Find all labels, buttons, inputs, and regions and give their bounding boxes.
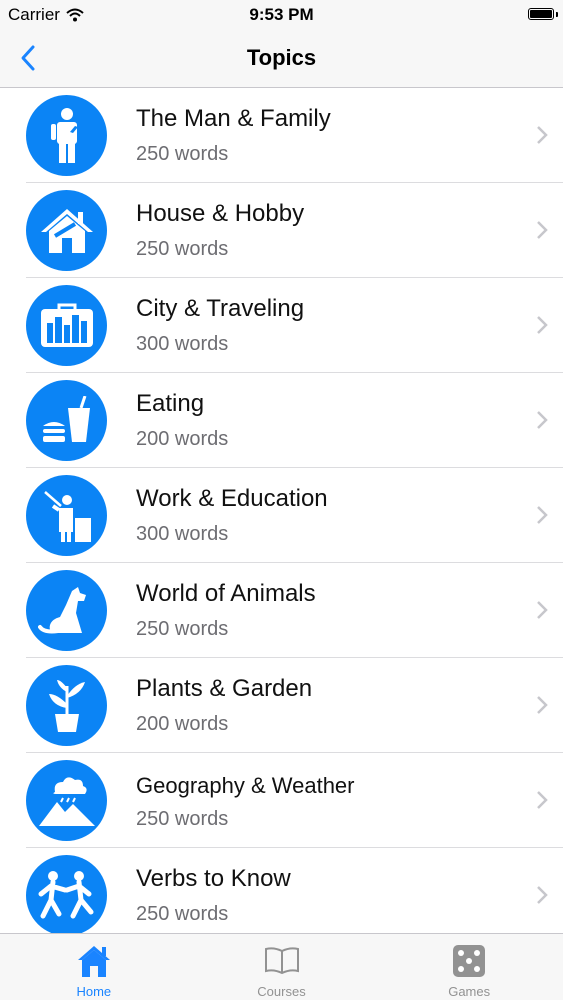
topic-row-work-education[interactable]: Work & Education 300 words: [0, 468, 563, 563]
chevron-right-icon: [537, 221, 548, 239]
chevron-right-icon: [537, 696, 548, 714]
tab-home[interactable]: Home: [0, 934, 188, 1000]
topic-title: Plants & Garden: [136, 675, 313, 702]
topic-title: World of Animals: [136, 580, 316, 607]
topic-row-geography-weather[interactable]: Geography & Weather 250 words: [0, 753, 563, 848]
navigation-bar: Topics: [0, 30, 563, 88]
topic-row-verbs-to-know[interactable]: Verbs to Know 250 words: [0, 848, 563, 933]
dog-icon: [26, 570, 107, 651]
topic-word-count: 200 words: [136, 713, 229, 735]
topic-title: City & Traveling: [136, 295, 305, 322]
status-bar: Carrier 9:53 PM: [0, 0, 563, 30]
topic-title: Eating: [136, 390, 205, 417]
topic-title: Work & Education: [136, 485, 328, 512]
topic-title: The Man & Family: [136, 105, 331, 132]
food-drink-icon: [26, 380, 107, 461]
topic-row-world-of-animals[interactable]: World of Animals 250 words: [0, 563, 563, 658]
suitcase-city-icon: [26, 285, 107, 366]
topic-word-count: 250 words: [136, 143, 229, 165]
topic-row-man-family[interactable]: The Man & Family 250 words: [0, 88, 563, 183]
topic-word-count: 300 words: [136, 333, 229, 355]
chevron-right-icon: [537, 316, 548, 334]
teacher-icon: [26, 475, 107, 556]
book-icon: [262, 942, 302, 980]
topic-title: Geography & Weather: [136, 773, 355, 798]
dice-icon: [449, 942, 489, 980]
chevron-right-icon: [537, 886, 548, 904]
topic-row-city-traveling[interactable]: City & Traveling 300 words: [0, 278, 563, 373]
chevron-right-icon: [537, 506, 548, 524]
topic-word-count: 250 words: [136, 618, 229, 640]
tab-bar: Home Courses Games: [0, 933, 563, 1000]
topic-word-count: 300 words: [136, 523, 229, 545]
topic-row-house-hobby[interactable]: House & Hobby 250 words: [0, 183, 563, 278]
tab-courses[interactable]: Courses: [188, 934, 376, 1000]
topic-row-eating[interactable]: Eating 200 words: [0, 373, 563, 468]
house-icon: [26, 190, 107, 271]
topic-title: Verbs to Know: [136, 865, 291, 892]
tab-label: Games: [448, 984, 491, 999]
tab-label: Courses: [257, 984, 306, 999]
mountain-cloud-icon: [26, 760, 107, 841]
battery-icon: [528, 8, 558, 20]
home-icon: [74, 942, 114, 980]
topics-list: The Man & Family 250 words House & Hobby…: [0, 88, 563, 933]
clock: 9:53 PM: [249, 5, 314, 24]
topic-title: House & Hobby: [136, 200, 305, 227]
tab-games[interactable]: Games: [375, 934, 563, 1000]
chevron-right-icon: [537, 411, 548, 429]
chevron-right-icon: [537, 601, 548, 619]
topic-row-plants-garden[interactable]: Plants & Garden 200 words: [0, 658, 563, 753]
topic-word-count: 200 words: [136, 428, 229, 450]
topic-word-count: 250 words: [136, 808, 229, 830]
topic-word-count: 250 words: [136, 238, 229, 260]
plant-pot-icon: [26, 665, 107, 746]
page-title: Topics: [246, 45, 317, 70]
topic-word-count: 250 words: [136, 903, 229, 925]
chevron-right-icon: [537, 791, 548, 809]
running-people-icon: [26, 855, 107, 933]
person-icon: [26, 95, 107, 176]
tab-label: Home: [76, 984, 112, 999]
chevron-right-icon: [537, 126, 548, 144]
